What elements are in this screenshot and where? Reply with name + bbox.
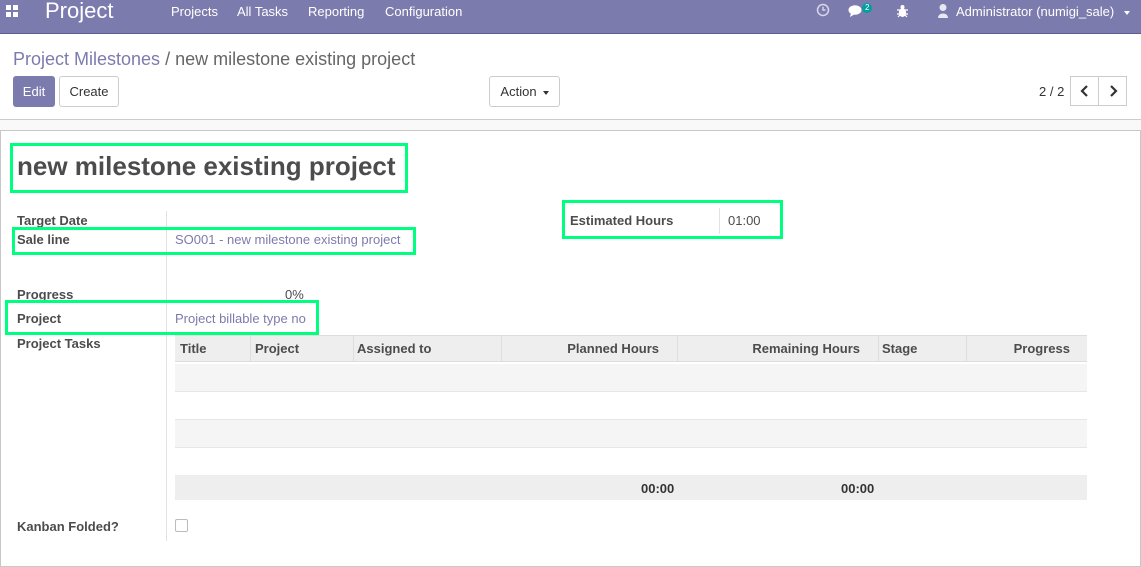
top-navbar: Project Projects All Tasks Reporting Con… — [0, 0, 1141, 34]
label-divider — [166, 211, 167, 541]
menu-projects[interactable]: Projects — [171, 4, 218, 20]
column-stage[interactable]: Stage — [882, 336, 917, 361]
user-name: Administrator (numigi_sale) — [956, 4, 1115, 19]
column-separator — [353, 336, 354, 361]
column-separator — [878, 336, 879, 361]
project-tasks-label: Project Tasks — [17, 336, 101, 351]
column-title[interactable]: Title — [180, 336, 207, 361]
highlight-sale-line-box — [12, 227, 416, 255]
user-avatar-icon[interactable] — [937, 3, 949, 19]
menu-configuration[interactable]: Configuration — [385, 4, 462, 20]
chevron-right-icon — [1109, 85, 1118, 97]
planned-hours-total: 00:00 — [641, 481, 675, 496]
action-label: Action — [500, 84, 537, 99]
chevron-left-icon — [1079, 85, 1088, 97]
breadcrumb-parent-link[interactable]: Project Milestones — [13, 49, 160, 69]
apps-menu-icon[interactable] — [6, 5, 20, 19]
tasks-table-header: Title Project Assigned to Planned Hours … — [175, 335, 1087, 362]
menu-all-tasks[interactable]: All Tasks — [237, 4, 288, 20]
highlight-estimated-hours-box — [562, 200, 783, 239]
table-row — [175, 364, 1087, 392]
user-caret-icon — [1123, 10, 1130, 15]
highlight-title-box — [10, 143, 408, 193]
column-progress[interactable]: Progress — [967, 336, 1070, 361]
target-date-label: Target Date — [17, 213, 88, 228]
table-row — [175, 420, 1087, 448]
breadcrumb-current: new milestone existing project — [175, 49, 416, 69]
pager-previous-button[interactable] — [1070, 76, 1099, 106]
kanban-folded-label: Kanban Folded? — [17, 519, 119, 534]
edit-button[interactable]: Edit — [13, 76, 55, 107]
create-button[interactable]: Create — [59, 76, 119, 107]
pager-value[interactable]: 2 / 2 — [1039, 84, 1064, 99]
menu-reporting[interactable]: Reporting — [308, 4, 364, 20]
tasks-table-footer: 00:00 00:00 — [175, 475, 1087, 500]
column-separator — [250, 336, 251, 361]
user-menu[interactable]: Administrator (numigi_sale) — [956, 4, 1130, 20]
column-assigned-to[interactable]: Assigned to — [357, 336, 431, 361]
breadcrumb: Project Milestones / new milestone existin… — [13, 48, 415, 70]
breadcrumb-separator: / — [165, 49, 171, 69]
action-dropdown[interactable]: Action — [489, 76, 560, 107]
control-panel: Project Milestones / new milestone existin… — [0, 34, 1141, 120]
debug-bug-icon[interactable] — [896, 4, 909, 18]
remaining-hours-total: 00:00 — [841, 481, 875, 496]
table-row — [175, 392, 1087, 420]
app-brand: Project — [45, 0, 114, 23]
pager-next-button[interactable] — [1098, 76, 1127, 106]
column-project[interactable]: Project — [255, 336, 299, 361]
column-planned-hours[interactable]: Planned Hours — [502, 336, 659, 361]
kanban-folded-checkbox[interactable] — [175, 519, 188, 532]
highlight-project-box — [5, 300, 319, 335]
action-caret-icon — [542, 90, 549, 95]
table-row — [175, 448, 1087, 476]
messages-count-badge: 2 — [862, 3, 873, 13]
activity-clock-icon[interactable] — [816, 3, 830, 17]
column-remaining-hours[interactable]: Remaining Hours — [678, 336, 860, 361]
